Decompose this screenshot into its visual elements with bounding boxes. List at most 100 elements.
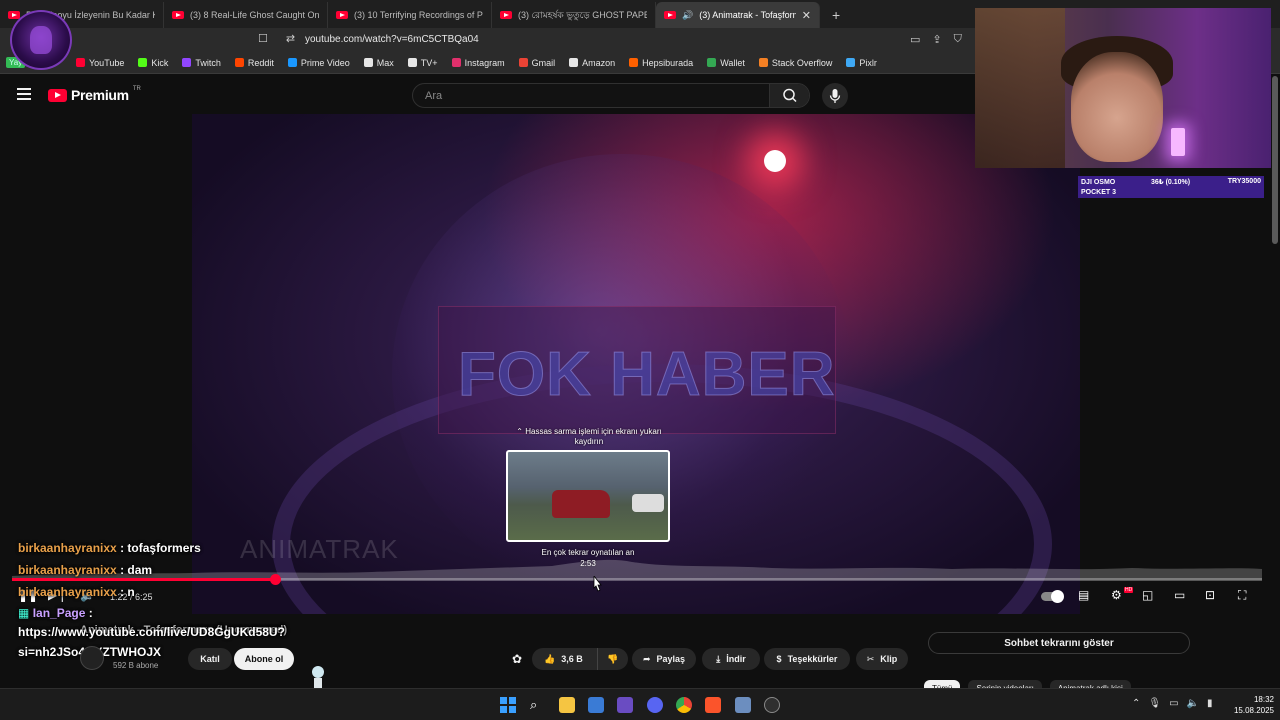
streamer-face: [1071, 52, 1163, 162]
shelf-background: [975, 8, 1065, 168]
tab-title: (3) 8 Real-Life Ghost Caught On CAM: [190, 10, 319, 20]
autoplay-toggle[interactable]: [1041, 590, 1064, 603]
bookmark-twitch[interactable]: Twitch: [182, 58, 221, 68]
bookmark-hepsiburada[interactable]: Hepsiburada: [629, 58, 693, 68]
chrome-icon[interactable]: [676, 697, 692, 713]
close-icon[interactable]: ✕: [802, 9, 811, 22]
menu-icon[interactable]: [17, 88, 31, 103]
page-scrollbar[interactable]: [1272, 76, 1278, 244]
bookmark-favicon-icon: [758, 58, 768, 67]
channel-avatar[interactable]: [80, 646, 104, 670]
search-icon: [783, 88, 797, 103]
show-chat-replay-button[interactable]: Sohbet tekrarını göster: [928, 632, 1190, 654]
fullscreen-icon[interactable]: ⛶: [1238, 588, 1246, 603]
share-button[interactable]: ➦ Paylaş: [632, 648, 696, 670]
theater-mode-icon[interactable]: ▭: [1174, 588, 1185, 602]
join-button[interactable]: Katıl: [188, 648, 232, 670]
new-tab-button[interactable]: +: [820, 2, 852, 28]
subscriber-count: 592 B abone: [113, 661, 159, 670]
download-icon: ⤓: [716, 653, 721, 664]
replay-heatmap: [12, 559, 1262, 580]
chat-message: birkaanhayranixx : n: [18, 585, 135, 599]
youtube-favicon-icon: [336, 11, 348, 19]
search-button[interactable]: [769, 84, 809, 107]
subscribe-button[interactable]: Abone ol: [234, 648, 294, 670]
speaker-icon: 🔊: [682, 9, 694, 20]
browser-tab[interactable]: (3) 10 Terrifying Recordings of Paran: [328, 2, 492, 28]
youtube-logo[interactable]: Premium TR: [48, 86, 141, 103]
youtube-logo-icon: [48, 88, 67, 102]
voice-search-button[interactable]: [822, 83, 848, 109]
microphone-icon[interactable]: 🎙: [1148, 698, 1161, 709]
battery-icon[interactable]: ▮: [1207, 698, 1213, 709]
site-info-icon[interactable]: ⇄: [286, 32, 295, 45]
progress-bar[interactable]: [12, 574, 1262, 585]
youtube-favicon-icon: [500, 11, 512, 19]
white-car: [632, 494, 664, 512]
bookmark-wallet[interactable]: Wallet: [707, 58, 745, 68]
bookmark-max[interactable]: Max: [363, 58, 394, 68]
bookmark-icon[interactable]: ☐: [258, 32, 268, 45]
shield-icon[interactable]: ⛉: [954, 33, 962, 46]
bookmark-amazon[interactable]: Amazon: [569, 58, 615, 68]
like-dislike-group: 👍 3,6 B 👎: [532, 648, 628, 670]
seek-hint: ⌃ Hassas sarma işlemi için ekranı yukarı…: [516, 427, 662, 446]
bookmark-prime-video[interactable]: Prime Video: [287, 58, 350, 68]
thumbs-up-icon: 👍: [544, 653, 556, 664]
share-icon[interactable]: ⇪: [932, 33, 941, 46]
pink-lamp: [1171, 128, 1185, 156]
url-field[interactable]: youtube.com/watch?v=6mC5CTBQa04: [305, 34, 479, 45]
browser-tab-active[interactable]: 🔊 (3) Animatrak - Tofaşformers ✕: [656, 2, 820, 28]
store-icon[interactable]: [588, 697, 604, 713]
browser-tab[interactable]: (3) রোমহর্ষক ভুতুড়ে GHOST PAPER O: [492, 2, 656, 28]
discord-icon[interactable]: [647, 697, 663, 713]
bookmark-stack-overflow[interactable]: Stack Overflow: [758, 58, 832, 68]
chat-badge-icon: ▦: [18, 606, 30, 620]
microphone-icon: [829, 89, 841, 103]
obs-icon[interactable]: [764, 697, 780, 713]
bookmark-kick[interactable]: Kick: [138, 58, 168, 68]
bookmark-reddit[interactable]: Reddit: [234, 58, 274, 68]
settings-gear-icon[interactable]: ⚙: [1111, 588, 1122, 602]
webcam-overlay: [975, 8, 1271, 168]
bookmark-gmail[interactable]: Gmail: [518, 58, 555, 68]
search-input[interactable]: Ara: [425, 90, 442, 102]
browser-tab[interactable]: (3) 8 Real-Life Ghost Caught On CAM: [164, 2, 328, 28]
donation-bar: DJI OSMO POCKET 3 36₺ (0.10%) TRY35000: [1078, 176, 1264, 198]
player-controls: ❚❚ ▶❘ 🔈 1:22 / 6:25 ▤ ⚙ HD ◱ ▭ ⊡ ⛶: [0, 586, 1280, 608]
bookmark-favicon-icon: [518, 58, 528, 67]
bookmark-pixlr[interactable]: Pixlr: [846, 58, 877, 68]
volume-icon[interactable]: 🔈: [1187, 698, 1199, 709]
cast-icon[interactable]: ⊡: [1205, 588, 1215, 602]
app-icon[interactable]: [617, 697, 633, 713]
search-icon[interactable]: ⌕: [530, 697, 546, 713]
hd-badge: HD: [1124, 587, 1134, 593]
thanks-button[interactable]: $ Teşekkürler: [764, 648, 850, 670]
bookmark-tv-[interactable]: TV+: [407, 58, 438, 68]
like-button[interactable]: 👍 3,6 B: [532, 648, 598, 670]
progress-scrubber[interactable]: [269, 574, 281, 585]
tab-title: (3) রোমহর্ষক ভুতুড়ে GHOST PAPER O: [518, 9, 647, 20]
puzzle-icon[interactable]: ✿: [512, 652, 522, 666]
brave-icon[interactable]: [705, 697, 721, 713]
app-icon[interactable]: [735, 697, 751, 713]
youtube-favicon-icon: [172, 11, 184, 19]
subtitles-icon[interactable]: ▤: [1078, 588, 1089, 602]
network-icon[interactable]: ▭: [1169, 698, 1178, 709]
download-button[interactable]: ⤓ İndir: [702, 648, 760, 670]
dislike-button[interactable]: 👎: [598, 654, 628, 665]
scissors-icon: ✂: [866, 653, 875, 664]
chevron-up-icon[interactable]: ⌃: [1132, 698, 1140, 709]
search-box[interactable]: Ara: [412, 83, 810, 108]
miniplayer-icon[interactable]: ◱: [1142, 588, 1153, 602]
taskbar-clock[interactable]: 18:32 15.08.2025: [1222, 694, 1274, 716]
red-car: [552, 490, 610, 518]
windows-start-icon[interactable]: [500, 697, 516, 713]
clip-button[interactable]: ✂ Klip: [856, 648, 908, 670]
chat-message: ▦ Ian_Page :: [18, 606, 93, 620]
file-explorer-icon[interactable]: [559, 697, 575, 713]
bookmark-instagram[interactable]: Instagram: [451, 58, 505, 68]
bookmark-favicon-icon: [846, 58, 856, 67]
bookmark-youtube[interactable]: YouTube: [76, 58, 124, 68]
cast-icon[interactable]: ▭: [910, 33, 920, 46]
